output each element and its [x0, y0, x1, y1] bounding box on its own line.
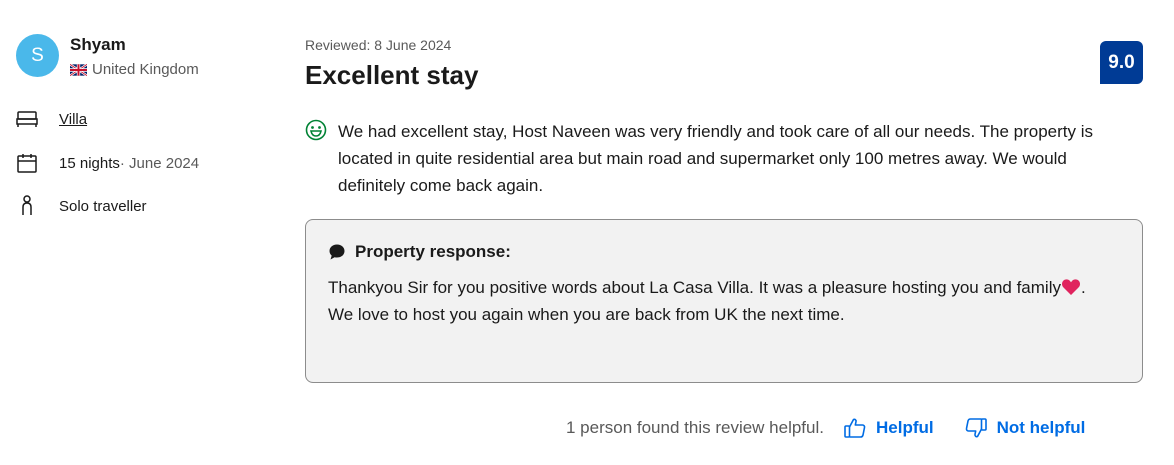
- response-heading: Property response:: [328, 242, 1120, 262]
- reviewer-block: S Shyam United Kingdom: [16, 34, 199, 78]
- response-heading-text: Property response:: [355, 242, 511, 261]
- smiley-icon: [305, 119, 327, 141]
- traveller-type-row: Solo traveller: [16, 195, 147, 217]
- traveller-type: Solo traveller: [59, 197, 147, 215]
- thumbs-down-icon: [964, 416, 988, 440]
- calendar-icon: [16, 152, 38, 174]
- helpful-button[interactable]: Helpful: [843, 416, 934, 440]
- person-icon: [16, 195, 38, 217]
- reviewer-info: Shyam United Kingdom: [70, 34, 199, 78]
- speech-bubble-icon: [328, 243, 346, 261]
- bed-icon: [16, 108, 38, 130]
- room-type-link[interactable]: Villa: [59, 111, 87, 128]
- helpful-count: 1 person found this review helpful.: [566, 418, 824, 437]
- avatar: S: [16, 34, 59, 77]
- response-line-1-end: .: [1080, 278, 1086, 297]
- thumbs-up-icon: [843, 416, 867, 440]
- review-date: Reviewed: 8 June 2024: [305, 37, 452, 53]
- reviewer-name: Shyam: [70, 35, 126, 54]
- review-title: Excellent stay: [305, 60, 479, 90]
- helpfulness-row: 1 person found this review helpful. Help…: [566, 416, 1085, 440]
- positive-comment: We had excellent stay, Host Naveen was v…: [305, 118, 1125, 199]
- uk-flag-icon: [70, 63, 87, 76]
- room-type-row: Villa: [16, 108, 87, 130]
- reviewer-country: United Kingdom: [70, 61, 199, 78]
- not-helpful-label: Not helpful: [996, 418, 1086, 437]
- property-response: Property response: Thankyou Sir for you …: [305, 219, 1143, 383]
- helpful-label: Helpful: [876, 418, 934, 437]
- stay-duration-row: 15 nights · June 2024: [16, 152, 199, 174]
- not-helpful-button[interactable]: Not helpful: [964, 416, 1086, 440]
- score-badge: 9.0: [1100, 41, 1143, 84]
- heart-icon: [1061, 279, 1080, 295]
- country-name: United Kingdom: [92, 61, 199, 78]
- positive-text: We had excellent stay, Host Naveen was v…: [338, 122, 1093, 195]
- response-text: Thankyou Sir for you positive words abou…: [328, 274, 1120, 328]
- stay-month: · June 2024: [119, 154, 200, 172]
- nights-count: 15 nights: [59, 154, 120, 172]
- response-line-2: We love to host you again when you are b…: [328, 305, 845, 324]
- response-line-1: Thankyou Sir for you positive words abou…: [328, 278, 1061, 297]
